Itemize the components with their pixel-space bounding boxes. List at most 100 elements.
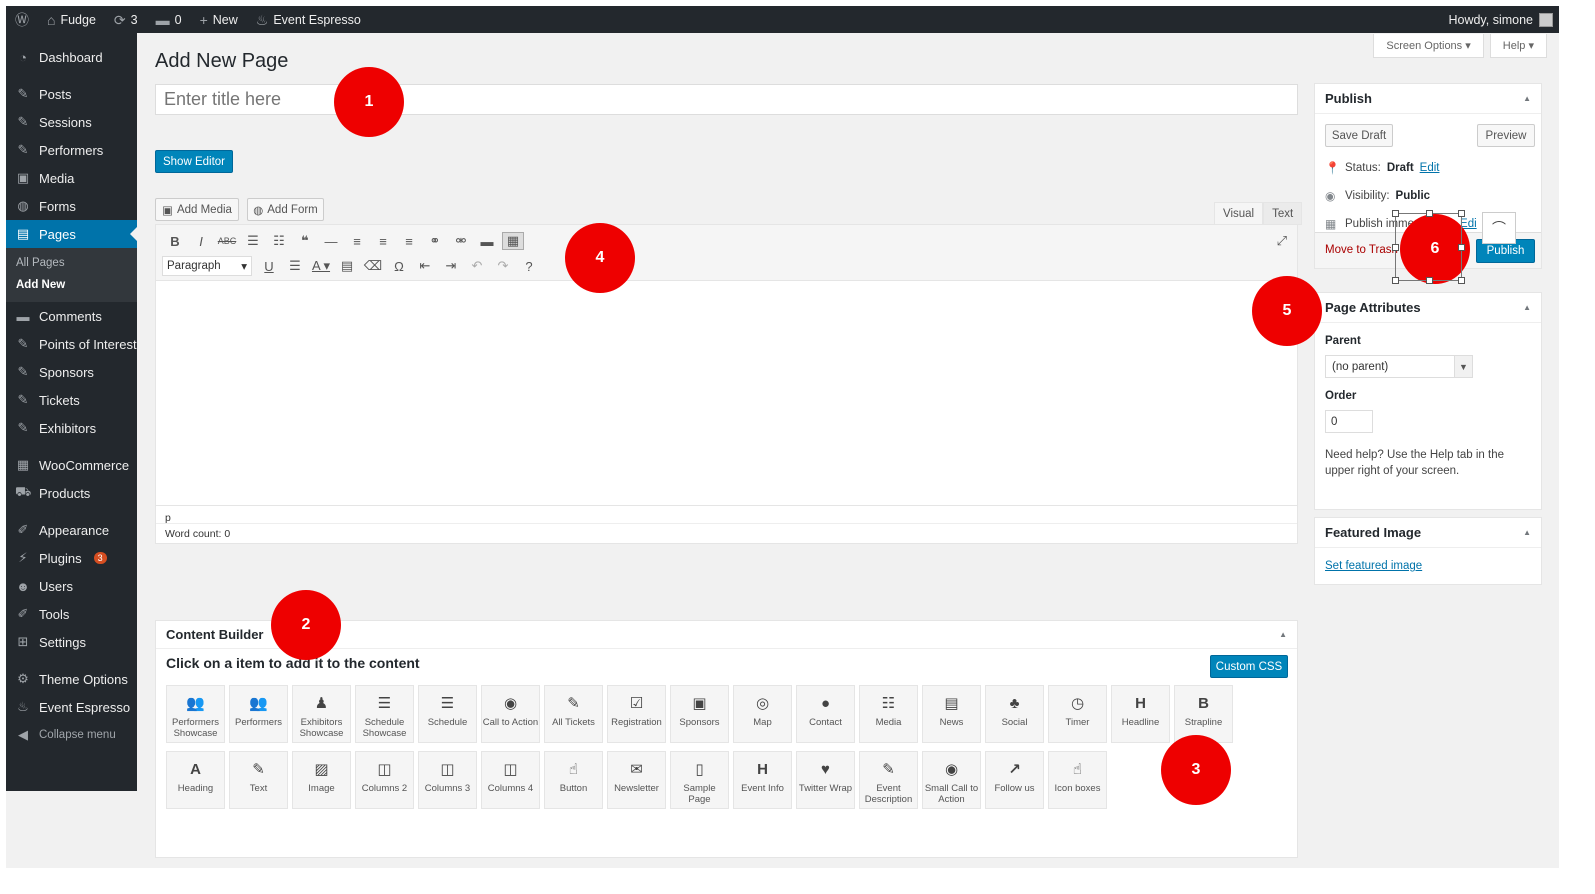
sidebar-item-points-of-interest[interactable]: ✎ Points of Interest [6,330,137,358]
builder-tile[interactable]: ▨ Image [292,751,351,809]
order-input[interactable]: 0 [1325,410,1373,433]
builder-tile[interactable]: ◎ Map [733,685,792,743]
builder-tile[interactable]: ☷ Media [859,685,918,743]
align-center-icon[interactable]: ≡ [370,230,396,252]
builder-tile[interactable]: A Heading [166,751,225,809]
builder-tile[interactable]: ♥ Twitter Wrap [796,751,855,809]
set-featured-image-link[interactable]: Set featured image [1325,560,1422,572]
updates-link[interactable]: ⟳ 3 [105,6,147,33]
sidebar-item-settings[interactable]: ⊞ Settings [6,628,137,656]
site-name-link[interactable]: ⌂ Fudge [38,6,105,33]
link-icon[interactable]: ⚭ [422,230,448,252]
builder-tile[interactable]: ▯ Sample Page [670,751,729,809]
toggle-arrow-icon[interactable]: ▲ [1279,630,1287,639]
builder-tile[interactable]: ◫ Columns 4 [481,751,540,809]
horizontal-rule-icon[interactable]: — [318,230,344,252]
builder-tile[interactable]: B Strapline [1174,685,1233,743]
toolbar-toggle-icon[interactable]: ▦ [502,232,524,250]
format-select[interactable]: Paragraph ▾ [162,256,252,276]
account-link[interactable]: Howdy, simone [1448,12,1559,27]
builder-tile[interactable]: ◉ Small Call to Action [922,751,981,809]
image-selection-box[interactable] [1392,210,1465,284]
save-draft-button[interactable]: Save Draft [1325,124,1393,147]
clear-formatting-icon[interactable]: ⌫ [360,255,386,277]
tab-visual[interactable]: Visual [1214,202,1264,225]
builder-tile[interactable]: ◷ Timer [1048,685,1107,743]
underline-icon[interactable]: U [256,255,282,277]
align-left-icon[interactable]: ≡ [344,230,370,252]
sidebar-item-performers[interactable]: ✎ Performers [6,136,137,164]
fullscreen-icon[interactable]: ⤢ [1277,233,1287,249]
builder-tile[interactable]: ♟ Exhibitors Showcase [292,685,351,743]
sidebar-item-users[interactable]: ☻ Users [6,572,137,600]
editor-body[interactable] [156,281,1297,505]
screen-options-button[interactable]: Screen Options ▾ [1373,34,1484,58]
custom-css-button[interactable]: Custom CSS [1210,655,1288,678]
sidebar-item-posts[interactable]: ✎ Posts [6,80,137,108]
builder-tile[interactable]: ▤ News [922,685,981,743]
builder-tile[interactable]: H Event Info [733,751,792,809]
title-input[interactable] [155,84,1298,115]
help-button[interactable]: Help ▾ [1489,34,1547,58]
add-media-button[interactable]: ▣ Add Media [155,198,239,221]
builder-tile[interactable]: ☝ Button [544,751,603,809]
wordpress-logo[interactable]: Ⓦ [6,6,38,33]
builder-tile[interactable]: 👥 Performers [229,685,288,743]
collapse-menu-button[interactable]: ◀ Collapse menu [6,721,137,749]
sidebar-item-sessions[interactable]: ✎ Sessions [6,108,137,136]
strikethrough-icon[interactable]: ABC [214,230,240,252]
builder-tile[interactable]: ♣ Social [985,685,1044,743]
undo-icon[interactable]: ↶ [464,255,490,277]
builder-tile[interactable]: ✎ All Tickets [544,685,603,743]
add-form-button[interactable]: ◍ Add Form [247,198,324,221]
numbered-list-icon[interactable]: ☷ [266,230,292,252]
resize-handle[interactable] [1458,277,1465,284]
builder-tile[interactable]: ☰ Schedule [418,685,477,743]
submenu-add-new[interactable]: Add New [6,274,137,296]
bullet-list-icon[interactable]: ☰ [240,230,266,252]
sidebar-item-theme-options[interactable]: ⚙ Theme Options [6,665,137,693]
builder-tile[interactable]: ☑ Registration [607,685,666,743]
submenu-all-pages[interactable]: All Pages [6,252,137,274]
publish-box-header[interactable]: Publish ▲ [1315,84,1541,114]
sidebar-item-forms[interactable]: ◍ Forms [6,192,137,220]
preview-button[interactable]: Preview [1477,124,1535,147]
move-to-trash-link[interactable]: Move to Trash [1325,244,1398,256]
builder-tile[interactable]: ↗ Follow us [985,751,1044,809]
indent-icon[interactable]: ⇥ [438,255,464,277]
resize-handle[interactable] [1392,277,1399,284]
builder-tile[interactable]: ● Contact [796,685,855,743]
builder-tile[interactable]: ☰ Schedule Showcase [355,685,414,743]
unlink-icon[interactable]: ⚮ [448,230,474,252]
sidebar-item-dashboard[interactable]: ◔ Dashboard [6,43,137,71]
page-attributes-header[interactable]: Page Attributes ▲ [1315,293,1541,323]
bold-icon[interactable]: B [162,230,188,252]
italic-icon[interactable]: I [188,230,214,252]
sidebar-item-exhibitors[interactable]: ✎ Exhibitors [6,414,137,442]
read-more-icon[interactable]: ▬ [474,230,500,252]
builder-tile[interactable]: ✎ Event Description [859,751,918,809]
align-right-icon[interactable]: ≡ [396,230,422,252]
text-color-icon[interactable]: A ▾ [308,255,334,277]
new-content-link[interactable]: + New [191,6,247,33]
builder-tile[interactable]: ✎ Text [229,751,288,809]
event-espresso-link[interactable]: ♨ Event Espresso [247,6,370,33]
builder-tile[interactable]: ☝ Icon boxes [1048,751,1107,809]
sidebar-item-tools[interactable]: ✐ Tools [6,600,137,628]
text-wrap-icon[interactable]: ⌒ [1482,212,1516,244]
tab-text[interactable]: Text [1263,202,1303,225]
paste-text-icon[interactable]: ▤ [334,255,360,277]
toggle-arrow-icon[interactable]: ▲ [1523,528,1531,537]
resize-handle[interactable] [1392,244,1399,251]
resize-handle[interactable] [1426,210,1433,217]
builder-tile[interactable]: ◫ Columns 3 [418,751,477,809]
builder-tile[interactable]: ◫ Columns 2 [355,751,414,809]
sidebar-item-event-espresso[interactable]: ♨ Event Espresso [6,693,137,721]
sidebar-item-products[interactable]: ⛟ Products [6,479,137,507]
blockquote-icon[interactable]: ❝ [292,230,318,252]
outdent-icon[interactable]: ⇤ [412,255,438,277]
help-icon[interactable]: ? [516,255,542,277]
sidebar-item-appearance[interactable]: ✐ Appearance [6,516,137,544]
redo-icon[interactable]: ↷ [490,255,516,277]
builder-tile[interactable]: 👥 Performers Showcase [166,685,225,743]
